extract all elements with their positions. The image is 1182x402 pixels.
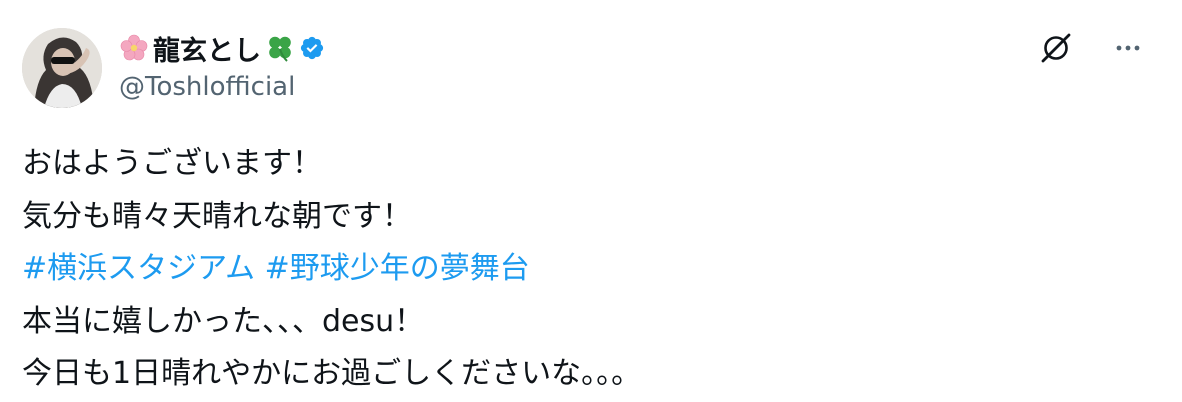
- more-options-icon[interactable]: [1108, 28, 1148, 68]
- post-hashtags: #横浜スタジアム #野球少年の夢舞台: [22, 243, 641, 296]
- author-name-row[interactable]: 龍玄とし: [119, 28, 325, 68]
- avatar[interactable]: [22, 28, 102, 108]
- four-leaf-clover-icon: [265, 33, 295, 63]
- tweet-card: 龍玄とし @Toshlofficial おはようございます！ 気分も晴々天晴れな…: [0, 0, 1182, 402]
- post-line-4: 本当に嬉しかった、、、desu！: [22, 303, 425, 339]
- cherry-blossom-icon: [119, 33, 149, 63]
- display-name[interactable]: 龍玄とし: [153, 29, 261, 68]
- hashtag-link[interactable]: #横浜スタジアム: [22, 251, 255, 286]
- verified-badge-icon[interactable]: [299, 35, 325, 61]
- post-line-5: 今日も1日晴れやかにお過ごしくださいな。。。: [22, 356, 642, 391]
- post-actions: [1036, 28, 1148, 68]
- avatar-image: [22, 28, 102, 108]
- author-handle[interactable]: @Toshlofficial: [119, 72, 295, 102]
- grok-icon[interactable]: [1036, 28, 1076, 68]
- hashtag-link[interactable]: #野球少年の夢舞台: [265, 251, 530, 286]
- post-line-1: おはようございます！: [22, 146, 322, 181]
- post-line-2: 気分も晴々天晴れな朝です！: [22, 198, 412, 234]
- post-text: おはようございます！ 気分も晴々天晴れな朝です！ #横浜スタジアム #野球少年の…: [22, 138, 641, 401]
